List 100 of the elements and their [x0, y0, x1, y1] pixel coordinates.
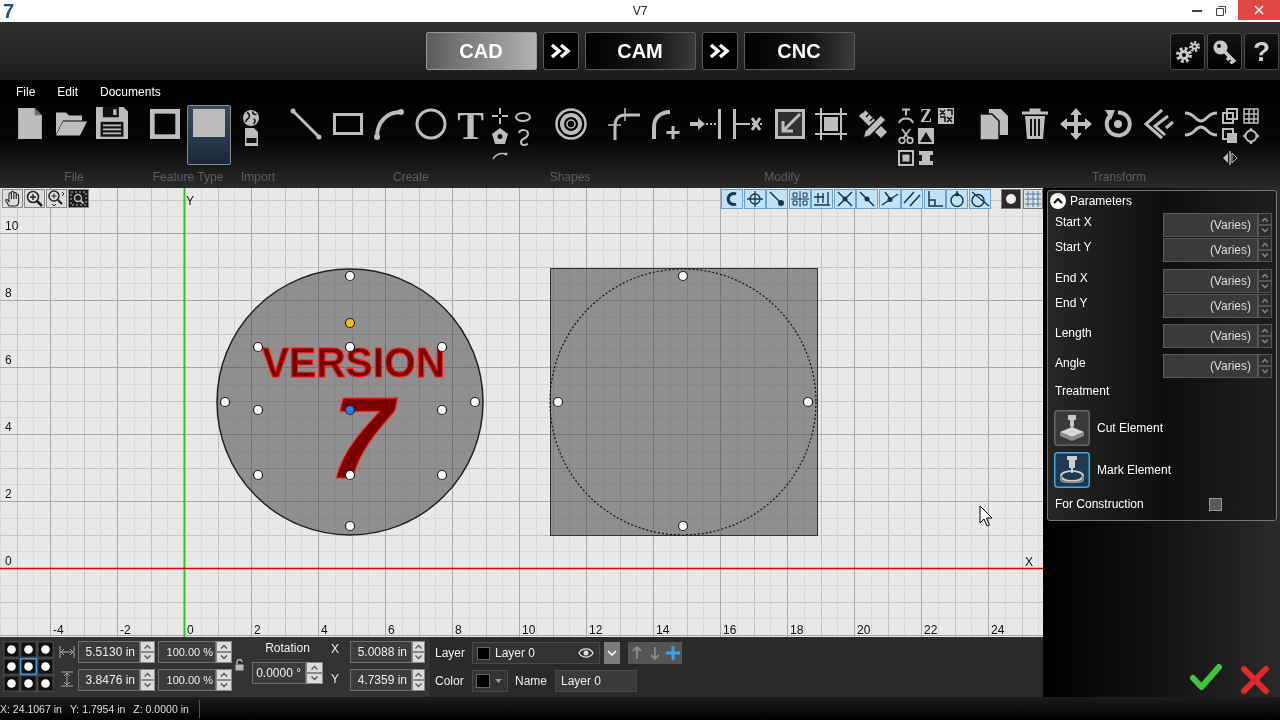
key-button[interactable]	[1207, 33, 1242, 70]
chevron-down-icon[interactable]	[607, 650, 617, 656]
scissors-icon[interactable]	[898, 128, 914, 144]
grid-points-icon[interactable]	[788, 189, 811, 209]
next-step-button[interactable]	[542, 32, 579, 70]
treatment-option[interactable]: Mark Element	[1054, 452, 1172, 488]
mode-tab[interactable]: CAD	[425, 32, 537, 70]
spinner-arrows-icon[interactable]	[1258, 354, 1272, 378]
extend-arrow-icon[interactable]	[690, 109, 722, 139]
anchor-point-icon[interactable]	[20, 675, 37, 692]
fillet-corner-icon[interactable]	[608, 108, 640, 140]
spinner-arrows-icon[interactable]	[1258, 294, 1272, 318]
number-field[interactable]: (Varies)	[1163, 238, 1258, 262]
small-arc-icon[interactable]	[492, 152, 508, 160]
selection-handle[interactable]	[677, 520, 689, 532]
line-endpoint-icon[interactable]	[766, 189, 788, 209]
number-field[interactable]: (Varies)	[1163, 354, 1258, 378]
settings-button[interactable]	[1170, 33, 1205, 70]
framed-square-icon[interactable]	[898, 150, 914, 166]
new-file-icon[interactable]	[18, 108, 42, 139]
zoom-in-icon[interactable]	[24, 189, 45, 208]
grid-icon[interactable]	[1243, 108, 1259, 124]
arc-bar-icon[interactable]	[898, 108, 914, 124]
anchor-point-icon[interactable]	[20, 658, 37, 675]
restore-icon[interactable]	[1216, 6, 1226, 16]
close-icon[interactable]	[1254, 5, 1264, 15]
number-field[interactable]: (Varies)	[1163, 269, 1258, 293]
pattern-tile-icon[interactable]	[938, 108, 954, 124]
spinner-arrows-icon[interactable]	[412, 641, 425, 663]
treatment-option[interactable]: Cut Element	[1054, 410, 1164, 446]
round-plate[interactable]	[216, 268, 484, 536]
concentric-rings-icon[interactable]	[555, 108, 587, 140]
parallel-lines-icon[interactable]	[901, 189, 923, 209]
z-tool[interactable]: Z	[918, 108, 934, 124]
hand-icon[interactable]	[2, 189, 23, 208]
bracket-grid-icon[interactable]	[811, 189, 833, 209]
menu-item[interactable]: File	[16, 83, 36, 101]
selection-handle[interactable]	[252, 404, 264, 416]
layer-dropdown[interactable]: Layer 0	[472, 642, 600, 664]
engraved-text[interactable]: VERSION	[262, 339, 452, 386]
feature-type-button[interactable]	[187, 105, 231, 165]
double-chevron-icon[interactable]	[550, 43, 571, 59]
crosshair-icon[interactable]	[743, 189, 766, 209]
arc-plus-icon[interactable]	[650, 108, 682, 140]
midpoint-icon[interactable]	[856, 189, 878, 209]
resize-arrow-icon[interactable]	[775, 109, 805, 139]
move-arrows-icon[interactable]	[1060, 108, 1092, 140]
anchor-point-icon[interactable]	[37, 641, 54, 658]
number-field[interactable]: 5.0088 in	[350, 641, 412, 663]
number-field[interactable]: (Varies)	[1163, 213, 1258, 237]
mode-tab[interactable]: CAM	[584, 32, 696, 70]
checkbox[interactable]	[1209, 497, 1222, 511]
selection-handle[interactable]	[219, 396, 231, 408]
spinner-arrows-icon[interactable]	[1258, 324, 1272, 348]
anchor-point-icon[interactable]	[37, 675, 54, 692]
selection-handle[interactable]	[677, 270, 689, 282]
pencil-ruler-icon[interactable]	[857, 108, 889, 140]
spinner-arrows-icon[interactable]	[1258, 238, 1272, 262]
anchor-point-icon[interactable]	[20, 641, 37, 658]
magnet-icon[interactable]	[721, 189, 743, 209]
spinner-arrows-icon[interactable]	[1258, 213, 1272, 237]
spinner-arrows-icon[interactable]	[140, 641, 155, 663]
menu-item[interactable]: Documents	[100, 83, 161, 101]
point-cross-icon[interactable]	[492, 108, 508, 124]
anchor-point-icon[interactable]	[3, 641, 20, 658]
line-icon[interactable]	[290, 108, 322, 140]
mirror-icon[interactable]	[1222, 150, 1238, 166]
spinner-arrows-icon[interactable]	[216, 641, 232, 663]
zoom-extents-icon[interactable]	[46, 189, 67, 208]
overlapping-squares-icon[interactable]	[1222, 108, 1238, 124]
number-field[interactable]: (Varies)	[1163, 324, 1258, 348]
text-tool[interactable]: T	[457, 109, 484, 143]
open-folder-icon[interactable]	[55, 111, 87, 137]
name-field[interactable]: Layer 0	[555, 670, 637, 692]
menu-item[interactable]: Edit	[57, 83, 79, 101]
intersection-icon[interactable]	[833, 189, 856, 209]
ellipse-icon[interactable]	[515, 112, 531, 122]
spinner-arrows-icon[interactable]	[412, 669, 425, 691]
color-dropdown[interactable]	[472, 670, 508, 692]
anchor-point-icon[interactable]	[3, 675, 20, 692]
spinner-arrows-icon[interactable]	[1258, 269, 1272, 293]
number-field[interactable]: 5.5130 in	[78, 641, 140, 663]
next-step-button[interactable]	[701, 32, 738, 70]
chevron-lines-icon[interactable]	[1142, 108, 1174, 140]
cross-icon[interactable]	[1240, 665, 1270, 695]
pentagon-icon[interactable]	[492, 128, 508, 144]
selection-handle[interactable]	[552, 396, 564, 408]
circle-icon[interactable]	[415, 108, 447, 140]
selection-handle[interactable]	[436, 469, 448, 481]
number-field[interactable]: 4.7359 in	[350, 669, 412, 691]
spinner-arrows-icon[interactable]	[140, 669, 155, 691]
anchor-point-icon[interactable]	[3, 658, 20, 675]
selection-handle[interactable]	[252, 341, 264, 353]
outline-square-icon[interactable]	[150, 109, 180, 139]
selection-handle[interactable]	[469, 396, 481, 408]
selection-handle[interactable]	[252, 469, 264, 481]
right-angle-icon[interactable]	[923, 189, 946, 209]
circle-top-point-icon[interactable]	[946, 189, 968, 209]
rectangle-icon[interactable]	[333, 113, 363, 135]
number-field[interactable]: (Varies)	[1163, 294, 1258, 318]
